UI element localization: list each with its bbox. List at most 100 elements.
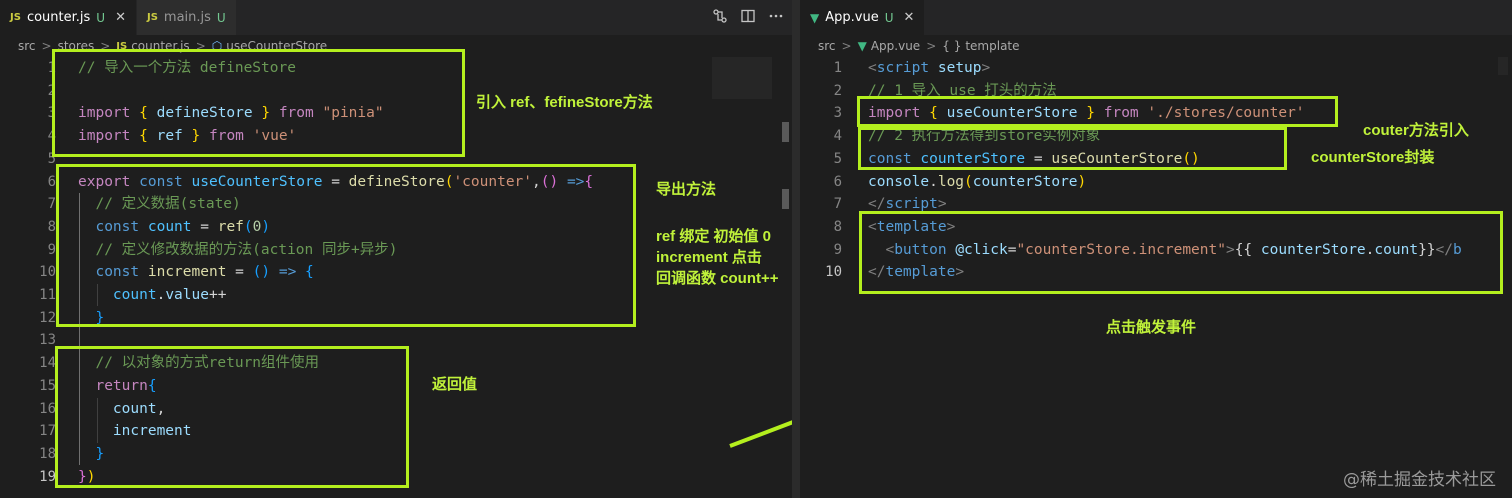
code-token: {	[147, 377, 157, 394]
code-line[interactable]: 10 </template>	[800, 261, 1512, 284]
close-icon[interactable]: ✕	[115, 10, 126, 25]
code-text: </template>	[868, 261, 964, 284]
code-line[interactable]: 5	[0, 148, 792, 171]
code-line[interactable]: 2	[0, 80, 792, 103]
code-token: // 以对象的方式return组件使用	[95, 355, 320, 372]
code-token: const	[95, 218, 140, 235]
more-actions-icon[interactable]	[768, 8, 784, 28]
tab-main-js[interactable]: JS main.js U	[136, 0, 237, 35]
code-token: "pinia"	[322, 105, 384, 122]
breadcrumb-item[interactable]: useCounterStore	[226, 39, 327, 53]
code-token: './stores/counter'	[1147, 105, 1305, 122]
code-line[interactable]: 4 import { ref } from 'vue'	[0, 125, 792, 148]
code-token: script	[876, 60, 930, 76]
breadcrumb-item[interactable]: src	[818, 39, 836, 53]
code-line[interactable]: 13	[0, 329, 792, 352]
code-line[interactable]: 12 }	[0, 307, 792, 330]
code-text: import { defineStore } from "pinia"	[78, 102, 384, 125]
code-line[interactable]: 18 }	[0, 443, 792, 466]
code-token: console	[868, 173, 930, 190]
code-token: {{	[1234, 241, 1261, 258]
split-editor-icon[interactable]	[740, 8, 756, 28]
code-token: )	[1077, 173, 1087, 190]
scrollbar[interactable]	[782, 122, 789, 142]
tab-label: main.js	[163, 10, 211, 25]
code-token: import	[78, 128, 131, 145]
code-line[interactable]: 15 return{	[0, 375, 792, 398]
code-line[interactable]: 2 // 1 导入 use 打头的方法	[800, 80, 1512, 103]
code-token: }}	[1418, 241, 1436, 258]
code-text: <script setup>	[868, 57, 990, 80]
code-token: setup	[937, 60, 982, 76]
code-token: import	[868, 105, 921, 122]
line-number: 15	[39, 377, 56, 394]
right-editor-pane: ▼ App.vue U ✕ src > ▼ App.vue > { } temp…	[800, 0, 1512, 498]
minimap[interactable]	[1498, 57, 1508, 75]
line-number: 14	[39, 355, 56, 372]
pane-divider[interactable]	[792, 0, 800, 498]
code-token: =>	[278, 264, 297, 281]
code-line[interactable]: 3 import { defineStore } from "pinia"	[0, 102, 792, 125]
breadcrumb-item[interactable]: App.vue	[871, 39, 920, 53]
code-token: const	[139, 173, 183, 190]
compare-changes-icon[interactable]	[712, 8, 728, 28]
tab-label: App.vue	[825, 10, 879, 25]
close-icon[interactable]: ✕	[904, 10, 915, 25]
code-token: const	[868, 150, 912, 167]
code-token: ,	[156, 400, 166, 417]
annotation-imports: 引入 ref、fefineStore方法	[476, 94, 653, 111]
breadcrumb-item[interactable]: counter.js	[131, 39, 189, 53]
code-line[interactable]: 16 count,	[0, 398, 792, 421]
code-line[interactable]: 9 <button @click="counterStore.increment…	[800, 239, 1512, 262]
code-line[interactable]: 1 <script setup>	[800, 57, 1512, 80]
code-text: <template>	[868, 216, 955, 239]
code-text: console.log(counterStore)	[868, 171, 1086, 194]
code-token: }	[1086, 105, 1095, 122]
code-token: "counterStore.increment"	[1016, 241, 1226, 258]
minimap[interactable]	[712, 57, 772, 99]
code-line[interactable]: 14 // 以对象的方式return组件使用	[0, 352, 792, 375]
tab-app-vue[interactable]: ▼ App.vue U ✕	[800, 0, 926, 35]
line-number: 2	[833, 82, 842, 99]
code-token: .	[156, 287, 166, 303]
code-text: // 导入一个方法 defineStore	[78, 57, 296, 80]
code-token: count	[112, 400, 157, 417]
code-text: <button @click="counterStore.increment">…	[868, 239, 1461, 262]
code-line[interactable]: 1 // 导入一个方法 defineStore	[0, 57, 792, 80]
breadcrumb-item[interactable]: stores	[58, 39, 95, 53]
untracked-badge: U	[216, 10, 226, 25]
code-token: ref	[217, 218, 244, 235]
line-number: 7	[47, 196, 56, 213]
annotation-click: 点击触发事件	[1106, 319, 1197, 336]
breadcrumb-item[interactable]: template	[965, 39, 1019, 53]
code-line[interactable]: 7 </script>	[800, 193, 1512, 216]
code-text: increment	[78, 420, 192, 443]
code-line[interactable]: 19})	[0, 466, 792, 489]
code-text: // 1 导入 use 打头的方法	[868, 80, 1057, 103]
code-token: script	[885, 196, 938, 213]
code-line[interactable]: 6 console.log(counterStore)	[800, 171, 1512, 194]
tab-counter-js[interactable]: JS counter.js U ✕	[0, 0, 137, 35]
code-token: from	[208, 128, 244, 145]
line-number: 2	[47, 82, 56, 99]
vue-file-icon: ▼	[857, 39, 867, 53]
line-number: 5	[47, 150, 56, 167]
scrollbar[interactable]	[782, 189, 789, 209]
chevron-right-icon: >	[841, 39, 852, 53]
breadcrumb-item[interactable]: src	[18, 39, 36, 53]
code-text: count,	[78, 398, 165, 421]
code-token: defineStore	[348, 173, 445, 190]
code-line[interactable]: 8 <template>	[800, 216, 1512, 239]
code-line[interactable]: 17 increment	[0, 420, 792, 443]
line-number: 9	[833, 241, 842, 258]
line-number: 6	[833, 173, 842, 190]
line-number: 1	[833, 60, 842, 76]
code-token: return	[95, 377, 148, 394]
code-text: export const useCounterStore = defineSto…	[78, 171, 593, 194]
code-text: // 定义数据(state)	[78, 193, 240, 216]
